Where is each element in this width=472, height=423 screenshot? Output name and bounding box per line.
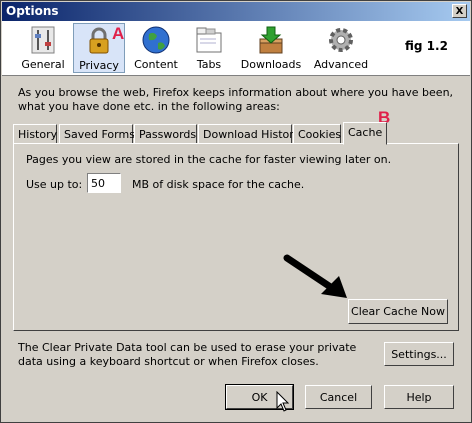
cache-size-input[interactable]: [87, 173, 121, 193]
tab-saved-forms[interactable]: Saved Forms: [59, 124, 135, 144]
use-up-label: Use up to:: [26, 178, 83, 191]
cancel-button[interactable]: Cancel: [305, 385, 372, 409]
sliders-icon: [31, 26, 55, 54]
toolbar-downloads[interactable]: Downloads: [240, 23, 302, 73]
toolbar-advanced[interactable]: Advanced: [311, 23, 371, 73]
toolbar-label: Content: [134, 58, 178, 71]
description-text: As you browse the web, Firefox keeps inf…: [18, 86, 454, 113]
annotation-a: A: [112, 24, 125, 43]
tabs-icon: [196, 27, 222, 53]
title-bar: Options X: [2, 2, 470, 21]
close-button[interactable]: X: [452, 4, 467, 18]
options-toolbar: General Privacy Content Tabs Downloads A…: [2, 21, 470, 76]
pointer-arrow-icon: [283, 254, 347, 298]
gear-icon: [329, 28, 353, 52]
tab-passwords[interactable]: Passwords: [134, 124, 197, 144]
cache-unit-text: MB of disk space for the cache.: [132, 178, 305, 191]
lock-icon: [89, 27, 109, 54]
tab-download-history[interactable]: Download History: [198, 124, 300, 144]
help-button[interactable]: Help: [384, 385, 454, 409]
download-box-icon: [259, 26, 283, 54]
figure-label: fig 1.2: [405, 39, 448, 53]
toolbar-general[interactable]: General: [14, 23, 72, 73]
globe-icon: [142, 26, 170, 54]
cache-info: Pages you view are stored in the cache f…: [26, 153, 392, 166]
toolbar-label: Privacy: [79, 59, 119, 72]
toolbar-label: Tabs: [196, 58, 222, 71]
options-dialog: Options X General Privacy Content Tabs D…: [0, 0, 472, 423]
cache-panel: Pages you view are stored in the cache f…: [13, 143, 459, 331]
toolbar-tabs[interactable]: Tabs: [186, 23, 232, 73]
tab-history[interactable]: History: [13, 124, 57, 144]
window-title: Options: [6, 4, 59, 18]
private-data-text: The Clear Private Data tool can be used …: [18, 341, 357, 368]
tab-cache[interactable]: Cache: [343, 122, 387, 145]
clear-cache-now-button[interactable]: Clear Cache Now: [348, 299, 448, 324]
toolbar-label: Advanced: [313, 58, 369, 71]
toolbar-label: Downloads: [240, 58, 302, 71]
settings-button[interactable]: Settings...: [384, 342, 454, 366]
mouse-cursor-icon: [276, 391, 290, 412]
toolbar-content[interactable]: Content: [130, 23, 182, 73]
tab-cookies[interactable]: Cookies: [293, 124, 341, 144]
toolbar-label: General: [21, 58, 65, 71]
